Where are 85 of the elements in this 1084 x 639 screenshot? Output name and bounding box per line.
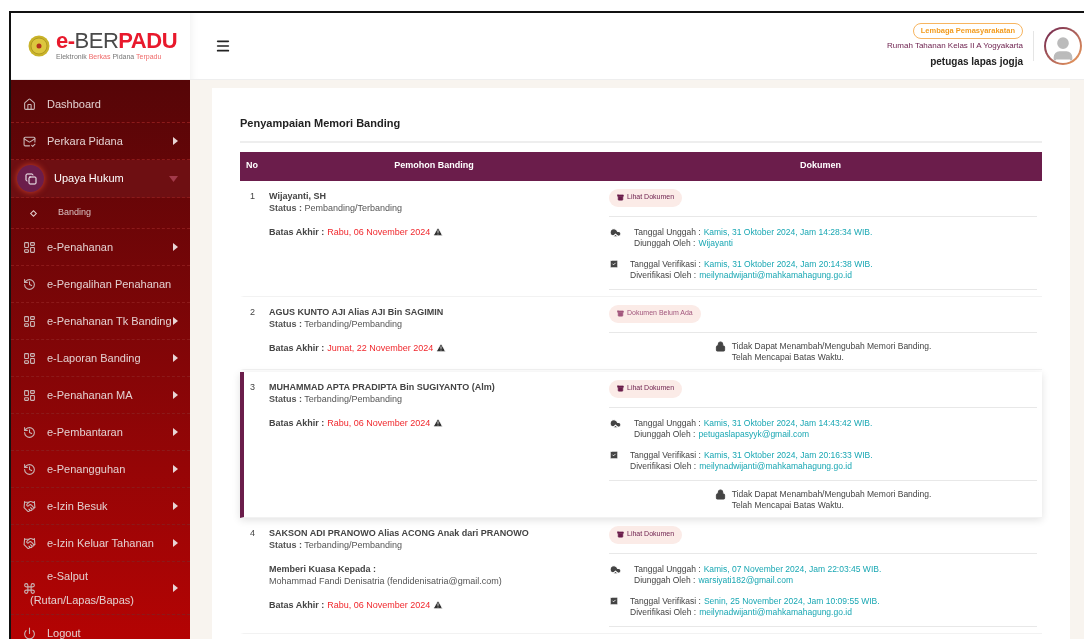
verification-by-label: Diverifikasi Oleh : (630, 269, 697, 281)
column-header: Pemohon Banding (393, 159, 475, 173)
checkbox-icon (609, 595, 619, 606)
sidebar-item[interactable]: Upaya Hukum (11, 160, 190, 198)
proxy-name: Mohammad Fandi Denisatria (fendidenisatria@gmail.com) (269, 574, 503, 587)
emblem-icon (28, 35, 50, 57)
handshake-icon (23, 499, 36, 513)
cloud-upload-icon (609, 226, 622, 240)
checkbox-icon (609, 258, 619, 269)
cloud-upload-icon (609, 417, 622, 431)
deadline-date: Rabu, 06 November 2024 (327, 225, 431, 238)
row-number: 4 (249, 526, 256, 540)
verification-date-label: Tanggal Verifikasi : (630, 258, 701, 270)
mail-check-icon (23, 134, 36, 148)
notice-text: Tidak Dapat Menambah/Mengubah Memori Banding. (731, 340, 932, 352)
verification-date: Senin, 25 November 2024, Jam 10:09:55 WIB. (703, 595, 880, 607)
status-text: Status : Terbanding/Pembanding (269, 538, 403, 551)
warning-icon (436, 342, 447, 353)
deadline-date: Rabu, 06 November 2024 (327, 416, 431, 429)
power-icon (23, 626, 36, 639)
upload-date-label: Tanggal Unggah : (634, 417, 701, 429)
applicant-name: SAKSON ADI PRANOWO Alias ACONG Anak dari PRANOWO (269, 526, 530, 539)
deadline-date: Jumat, 22 November 2024 (327, 341, 434, 354)
applicant-name: MUHAMMAD APTA PRADIPTA Bin SUGIYANTO (Alm) (269, 380, 496, 393)
upload-date: Kamis, 31 Oktober 2024, Jam 14:43:42 WIB. (703, 417, 873, 429)
verification-date-label: Tanggal Verifikasi : (630, 449, 701, 461)
applicant-name: AGUS KUNTO AJI Alias AJI Bin SAGIMIN (269, 305, 445, 318)
upload-by-label: Diunggah Oleh : (634, 237, 696, 249)
upload-date: Kamis, 31 Oktober 2024, Jam 14:28:34 WIB. (703, 226, 873, 238)
verification-by-label: Diverifikasi Oleh : (630, 460, 697, 472)
notice-text: Telah Mencapai Batas Waktu. (731, 499, 845, 511)
deadline-date: Rabu, 06 November 2024 (327, 598, 431, 611)
handshake-icon (23, 536, 36, 550)
applicant-name: Wijayanti, SH (269, 189, 327, 202)
grid-icon (23, 240, 36, 254)
grid-icon (23, 388, 36, 402)
row-number: 3 (249, 380, 256, 394)
checkbox-icon (609, 449, 619, 460)
page-title: Penyampaian Memori Banding (240, 115, 1042, 143)
lock-icon (714, 488, 726, 500)
home-icon (23, 97, 36, 111)
grid-icon (23, 351, 36, 365)
deadline-label: Batas Akhir : (269, 225, 325, 238)
deadline-label: Batas Akhir : (269, 416, 325, 429)
history-icon (23, 425, 36, 439)
notice-text: Tidak Dapat Menambah/Mengubah Memori Banding. (731, 488, 932, 500)
upload-date: Kamis, 07 November 2024, Jam 22:03:45 WIB. (703, 563, 882, 575)
verification-by-label: Diverifikasi Oleh : (630, 606, 697, 618)
cloud-upload-icon (609, 563, 622, 577)
history-icon (23, 277, 36, 291)
archive-icon (617, 194, 624, 201)
archive-icon (617, 531, 624, 538)
office-name: Rumah Tahanan Kelas II A Yogyakarta (887, 39, 1023, 52)
upload-by-label: Diunggah Oleh : (634, 574, 696, 586)
menu-icon[interactable] (215, 38, 231, 54)
history-icon (23, 462, 36, 476)
avatar[interactable] (1044, 27, 1082, 65)
warning-icon (433, 599, 444, 610)
lock-icon (714, 340, 726, 352)
upload-date-label: Tanggal Unggah : (634, 226, 701, 238)
row-number: 2 (249, 305, 256, 319)
archive-icon (617, 310, 624, 317)
verification-date-label: Tanggal Verifikasi : (630, 595, 701, 607)
status-text: Status : Terbanding/Pembanding (269, 317, 403, 330)
documents-icon-badge (17, 165, 44, 192)
upload-by-label: Diunggah Oleh : (634, 428, 696, 440)
column-header: Dokumen (799, 159, 842, 173)
user-name: petugas lapas jogja (930, 54, 1023, 69)
status-text: Status : Terbanding/Pembanding (269, 392, 403, 405)
archive-icon (617, 385, 624, 392)
verification-date: Kamis, 31 Oktober 2024, Jam 20:16:33 WIB. (703, 449, 873, 461)
warning-icon (433, 417, 444, 428)
deadline-label: Batas Akhir : (269, 598, 325, 611)
upload-date-label: Tanggal Unggah : (634, 563, 701, 575)
proxy-label: Memberi Kuasa Kepada : (269, 562, 378, 575)
status-text: Status : Pembanding/Terbanding (269, 201, 404, 214)
grid-icon (23, 314, 36, 328)
column-header: No (245, 159, 259, 173)
logo-title: e-BERPADU (56, 29, 178, 52)
command-icon (23, 581, 36, 595)
row-number: 1 (249, 189, 256, 203)
notice-text: Telah Mencapai Batas Waktu. (731, 351, 845, 363)
deadline-label: Batas Akhir : (269, 341, 325, 354)
warning-icon (433, 226, 444, 237)
verification-date: Kamis, 31 Oktober 2024, Jam 20:14:38 WIB. (703, 258, 873, 270)
